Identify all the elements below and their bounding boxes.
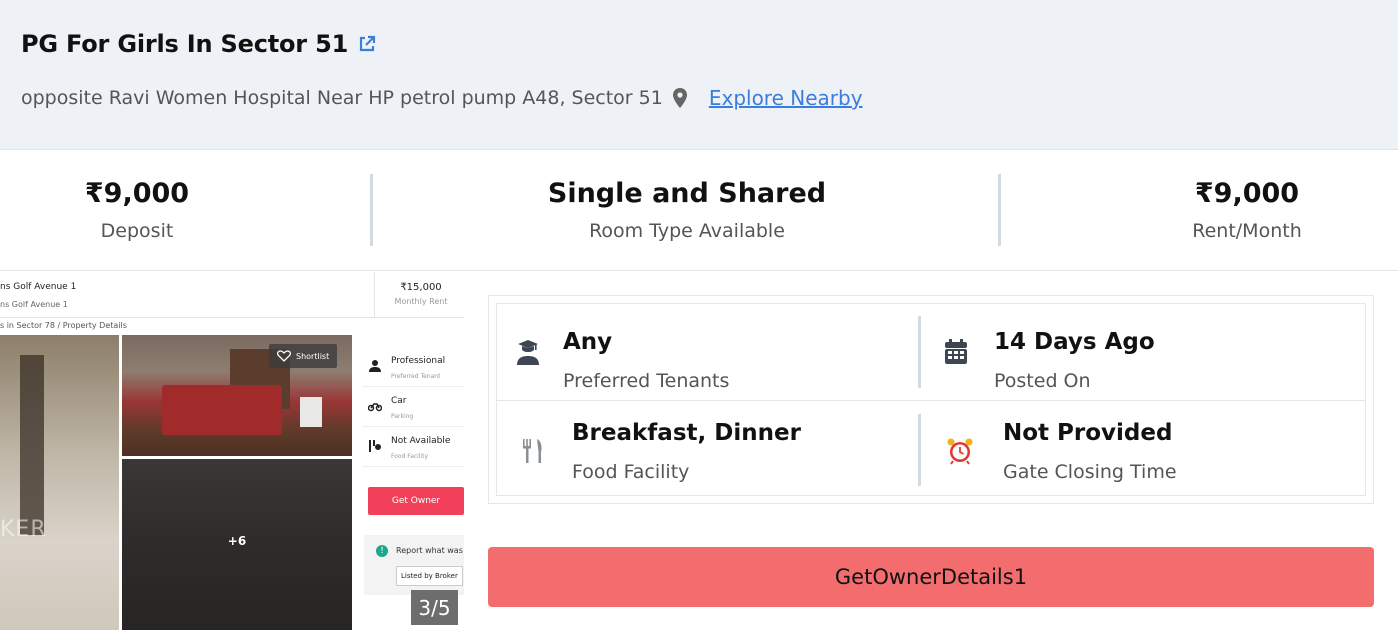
detail-food-facility: Breakfast, Dinner Food Facility — [497, 401, 917, 497]
divider — [370, 174, 373, 246]
gallery-side-panel: Professional Preferred Tenant Car Parkin… — [362, 335, 464, 630]
gallery-listing-bar: ns Golf Avenue 1 ns Golf Avenue 1 ₹15,00… — [0, 272, 464, 318]
detail-posted-on: 14 Days Ago Posted On — [921, 304, 1341, 400]
side-item-parking: Car Parking — [362, 387, 464, 427]
detail-value: 14 Days Ago — [994, 329, 1155, 355]
listed-by-badge[interactable]: Listed by Broker — [396, 566, 463, 586]
gallery-price-label: Monthly Rent — [394, 297, 448, 306]
watermark: KER — [0, 517, 47, 542]
side-item-tenant: Professional Preferred Tenant — [362, 347, 464, 387]
map-pin-icon — [672, 88, 687, 108]
detail-value: Not Provided — [1003, 420, 1173, 446]
more-photos-count: +6 — [227, 534, 247, 548]
deposit-label: Deposit — [100, 220, 174, 242]
photo-counter: 3/5 — [411, 590, 458, 625]
room-type-label: Room Type Available — [589, 220, 785, 242]
side-item-sub: Food Facility — [391, 453, 429, 460]
details-card: Any Preferred Tenants 14 Days Ago Posted… — [488, 295, 1374, 504]
door-shape — [20, 355, 44, 535]
room-type-stat: Single and Shared Room Type Available — [487, 151, 887, 271]
bed-shape — [162, 385, 282, 435]
stats-bar: ₹9,000 Deposit Single and Shared Room Ty… — [0, 151, 1398, 271]
external-link-icon[interactable] — [357, 34, 377, 54]
room-photo-more[interactable]: +6 — [122, 459, 352, 630]
divider — [998, 174, 1001, 246]
detail-preferred-tenants: Any Preferred Tenants — [497, 304, 917, 400]
detail-label: Food Facility — [572, 461, 690, 483]
rent-stat: ₹9,000 Rent/Month — [1137, 151, 1357, 271]
address-text: opposite Ravi Women Hospital Near HP pet… — [21, 87, 663, 109]
address-row: opposite Ravi Women Hospital Near HP pet… — [21, 86, 863, 110]
room-type-value: Single and Shared — [547, 178, 827, 209]
report-box: ! Report what was Listed by Broker — [364, 535, 464, 595]
property-header: PG For Girls In Sector 51 opposite Ravi … — [0, 0, 1398, 150]
heart-icon — [277, 350, 291, 362]
alarm-clock-icon — [947, 438, 973, 465]
shortlist-button[interactable]: Shortlist — [269, 344, 338, 368]
food-icon — [369, 440, 381, 452]
deposit-value: ₹9,000 — [84, 178, 190, 209]
gallery-breadcrumb: s in Sector 78 / Property Details — [0, 321, 127, 330]
gallery-get-owner-button[interactable]: Get Owner — [368, 487, 464, 515]
gallery-listing-name: ns Golf Avenue 1 — [0, 282, 77, 292]
side-table-shape — [300, 397, 322, 427]
side-item-sub: Parking — [391, 413, 414, 420]
person-icon — [369, 360, 381, 372]
divider — [374, 272, 375, 318]
bike-icon — [368, 403, 382, 412]
report-label: Report what was — [396, 546, 463, 555]
page-title: PG For Girls In Sector 51 — [21, 30, 349, 58]
side-item-food: Not Available Food Facility — [362, 427, 464, 467]
shortlist-label: Shortlist — [296, 351, 330, 361]
side-item-title: Not Available — [391, 436, 451, 446]
title-row: PG For Girls In Sector 51 — [21, 30, 377, 58]
fork-knife-icon — [523, 439, 542, 463]
calendar-icon — [945, 339, 967, 364]
detail-gate-closing: Not Provided Gate Closing Time — [921, 401, 1341, 497]
room-photo-bedroom[interactable]: Shortlist — [122, 335, 352, 456]
deposit-stat: ₹9,000 Deposit — [27, 151, 247, 271]
detail-value: Any — [563, 329, 613, 355]
detail-value: Breakfast, Dinner — [572, 420, 801, 446]
side-item-sub: Preferred Tenant — [391, 373, 441, 380]
side-item-title: Professional — [391, 356, 446, 366]
detail-label: Posted On — [994, 370, 1091, 392]
side-item-title: Car — [391, 396, 407, 406]
info-icon: ! — [376, 545, 388, 557]
room-photo-hallway[interactable]: KER — [0, 335, 119, 630]
details-grid: Any Preferred Tenants 14 Days Ago Posted… — [496, 303, 1366, 496]
rent-label: Rent/Month — [1192, 220, 1302, 242]
graduate-user-icon — [517, 340, 539, 365]
rent-value: ₹9,000 — [1194, 178, 1300, 209]
property-photo-gallery[interactable]: ns Golf Avenue 1 ns Golf Avenue 1 ₹15,00… — [0, 272, 464, 630]
detail-label: Gate Closing Time — [1003, 461, 1177, 483]
detail-label: Preferred Tenants — [563, 370, 730, 392]
gallery-listing-sub: ns Golf Avenue 1 — [0, 300, 68, 309]
get-owner-details-button[interactable]: GetOwnerDetails1 — [488, 547, 1374, 607]
gallery-price: ₹15,000 — [400, 282, 442, 293]
explore-nearby-link[interactable]: Explore Nearby — [709, 86, 863, 110]
